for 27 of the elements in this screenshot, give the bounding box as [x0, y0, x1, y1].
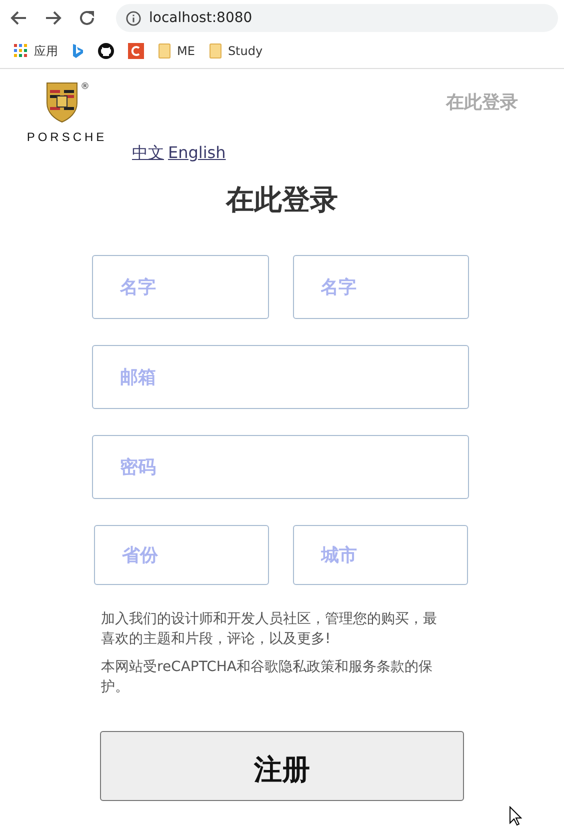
- input-field[interactable]: 密码: [92, 435, 469, 499]
- b-letter-icon[interactable]: [72, 43, 84, 59]
- input-field[interactable]: 邮箱: [92, 345, 469, 409]
- address-bar[interactable]: localhost:8080: [116, 4, 558, 32]
- input-field[interactable]: 省份: [94, 525, 269, 585]
- registered-mark: ®: [80, 81, 90, 94]
- language-link[interactable]: 中文: [132, 141, 164, 165]
- register-button[interactable]: 注册: [100, 731, 464, 801]
- crest-icon: [44, 81, 78, 123]
- c-square-icon[interactable]: [128, 43, 144, 59]
- language-link[interactable]: English: [168, 141, 226, 165]
- cat-silhouette-icon[interactable]: [98, 43, 114, 59]
- apps-grid-icon: [14, 44, 28, 58]
- input-field[interactable]: 名字: [92, 255, 268, 319]
- folder-icon: [158, 43, 171, 59]
- cursor-icon: [509, 806, 523, 826]
- input-field[interactable]: 名字: [292, 255, 469, 319]
- bookmark-item[interactable]: 应用: [10, 42, 62, 60]
- logo-wordmark: PORSCHE: [26, 131, 108, 143]
- bookmark-item[interactable]: Study: [204, 42, 267, 60]
- info-icon: [126, 10, 141, 26]
- folder-icon: [208, 43, 222, 59]
- bookmark-item[interactable]: ME: [154, 42, 199, 60]
- form-title: 在此登录: [226, 183, 338, 216]
- info-paragraph: 加入我们的设计师和开发人员社区，管理您的购买，最喜欢的主题和片段，评论，以及更多!: [101, 610, 438, 649]
- url-text: localhost:8080: [149, 8, 252, 28]
- info-paragraph: 本网站受reCAPTCHA和谷歌隐私政策和服务条款的保护。: [101, 658, 434, 697]
